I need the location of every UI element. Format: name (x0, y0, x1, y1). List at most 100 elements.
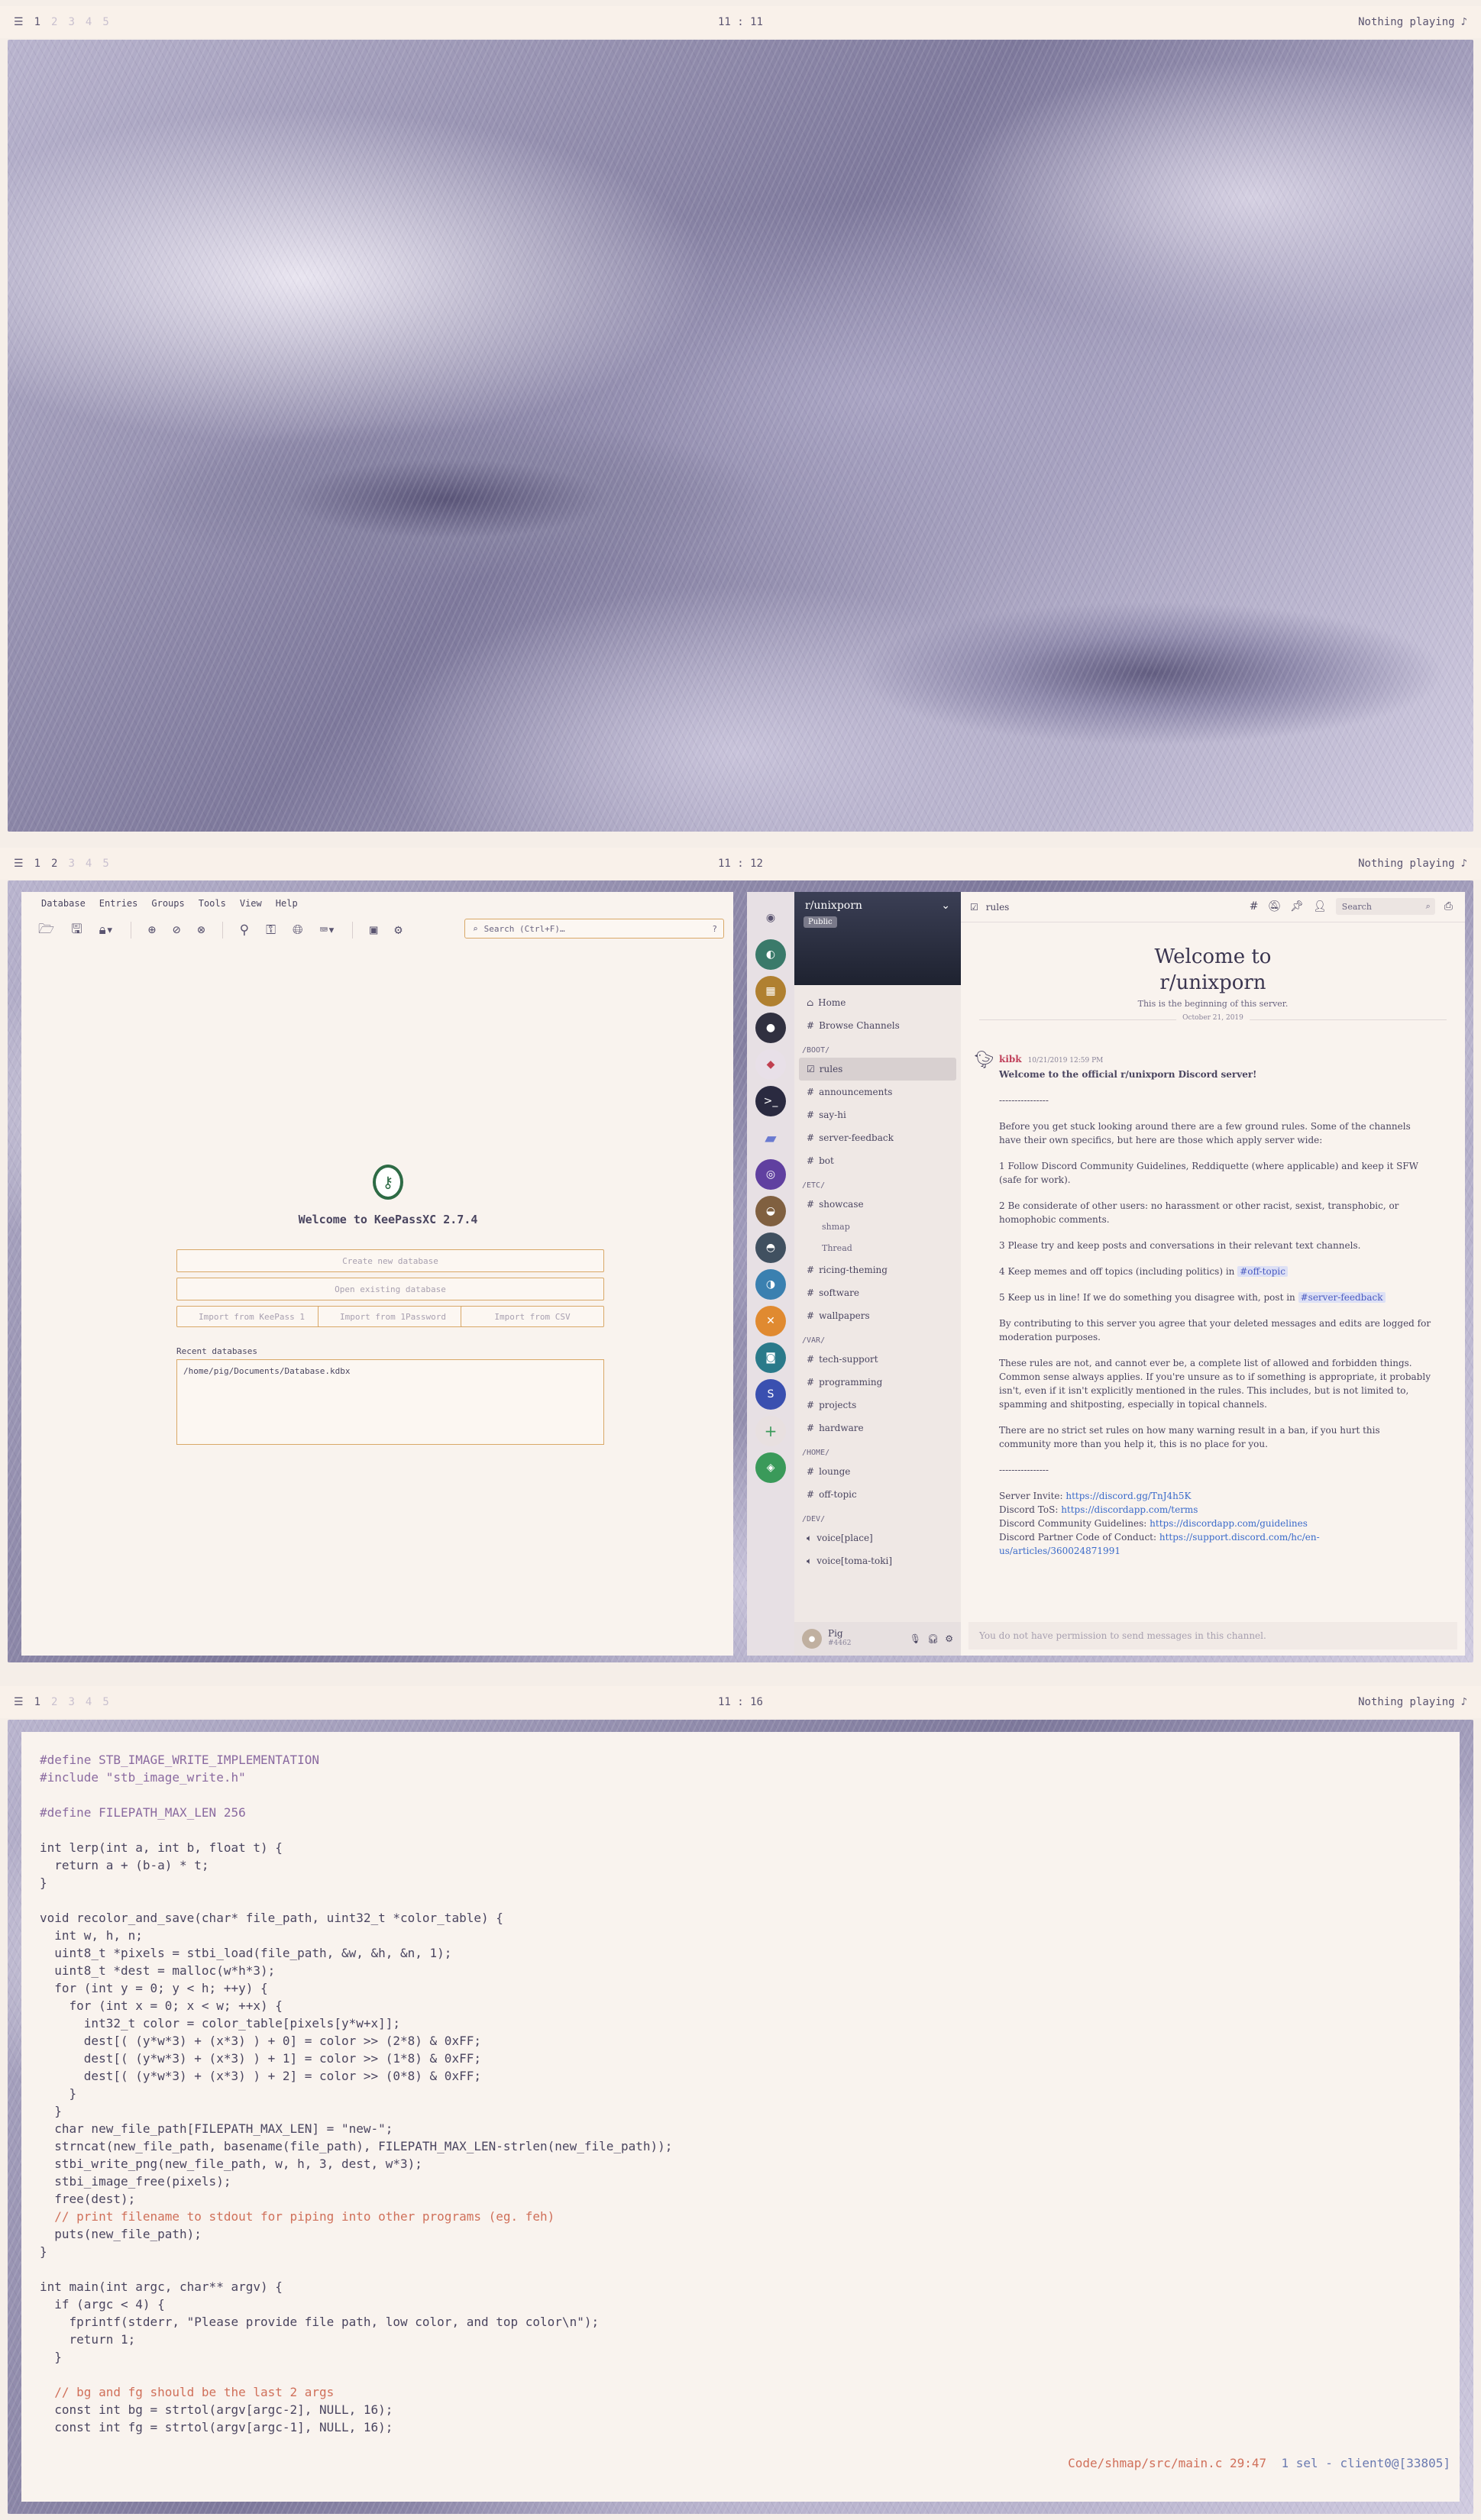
chevron-down-icon[interactable]: ⌄ (941, 900, 950, 912)
menu-entries[interactable]: Entries (99, 898, 138, 909)
copy-password-icon[interactable]: ⚿ (266, 922, 276, 938)
import-1password-button[interactable]: Import from 1Password (318, 1306, 468, 1327)
invite-link[interactable]: https://discord.gg/TnJ4h5K (1065, 1491, 1191, 1501)
server-icon[interactable]: ◙ (755, 1342, 786, 1373)
code-line[interactable]: return a + (b-a) * t; (40, 1856, 672, 1874)
code-buffer[interactable]: #define STB_IMAGE_WRITE_IMPLEMENTATION #i… (40, 1751, 672, 2436)
edit-entry-icon[interactable]: ⊘ (173, 922, 180, 938)
import-keepass1-button[interactable]: Import from KeePass 1 (176, 1306, 327, 1327)
headphones-icon[interactable]: 🎧︎ (927, 1633, 939, 1644)
folder-icon[interactable]: ▰ (755, 1123, 786, 1153)
code-line[interactable]: #include "stb_image_write.h" (40, 1769, 672, 1786)
server-icon[interactable]: ◆ (755, 1049, 786, 1080)
threads-icon[interactable]: # (1250, 900, 1259, 913)
browse-channels-item[interactable]: # Browse Channels (799, 1014, 956, 1037)
avatar[interactable]: 🐤︎ (973, 1052, 994, 1069)
code-line[interactable] (40, 2260, 672, 2278)
discord-home-icon[interactable]: ◉ (755, 903, 786, 933)
server-icon[interactable]: ◎ (755, 1159, 786, 1190)
copy-url-icon[interactable]: 🌐︎ (293, 922, 303, 938)
code-line[interactable]: uint8_t *dest = malloc(w*h*3); (40, 1962, 672, 1979)
code-line[interactable]: strncat(new_file_path, basename(file_pat… (40, 2137, 672, 2155)
category-var[interactable]: /VAR/ (799, 1327, 956, 1348)
channel-programming[interactable]: # programming (799, 1371, 956, 1394)
voice-channel-toma-toki[interactable]: 🔈︎ voice[toma-toki] (799, 1549, 956, 1572)
channel-lounge[interactable]: # lounge (799, 1460, 956, 1483)
server-icon[interactable]: ✕ (755, 1306, 786, 1336)
code-line[interactable]: for (int y = 0; y < h; ++y) { (40, 1979, 672, 1997)
gear-icon[interactable]: ⚙ (945, 1633, 953, 1644)
voice-channel-place[interactable]: 🔈︎ voice[place] (799, 1527, 956, 1549)
code-line[interactable]: #define STB_IMAGE_WRITE_IMPLEMENTATION (40, 1751, 672, 1769)
channel-software[interactable]: # software (799, 1281, 956, 1304)
server-icon[interactable]: ▦ (755, 976, 786, 1006)
code-line[interactable]: fprintf(stderr, "Please provide file pat… (40, 2313, 672, 2331)
message-input[interactable]: You do not have permission to send messa… (968, 1622, 1457, 1649)
code-line[interactable]: const int fg = strtol(argv[argc-1], NULL… (40, 2418, 672, 2436)
tos-link[interactable]: https://discordapp.com/terms (1061, 1504, 1198, 1515)
code-line[interactable]: char new_file_path[FILEPATH_MAX_LEN] = "… (40, 2120, 672, 2137)
help-icon[interactable]: ? (712, 924, 717, 934)
pin-icon[interactable]: 📌︎ (1290, 900, 1304, 913)
delete-entry-icon[interactable]: ⊗ (197, 922, 205, 938)
code-line[interactable]: return 1; (40, 2331, 672, 2348)
code-line[interactable]: stbi_image_free(pixels); (40, 2173, 672, 2190)
server-icon[interactable]: ● (755, 1013, 786, 1043)
category-home[interactable]: /HOME/ (799, 1439, 956, 1460)
code-line[interactable]: } (40, 2085, 672, 2102)
code-line[interactable]: dest[( (y*w*3) + (x*3) ) + 1] = color >>… (40, 2050, 672, 2067)
channel-showcase[interactable]: # showcase (799, 1193, 956, 1216)
save-icon[interactable]: 🖫 (71, 919, 82, 942)
code-line[interactable]: puts(new_file_path); (40, 2225, 672, 2243)
channel-wallpapers[interactable]: # wallpapers (799, 1304, 956, 1327)
code-line[interactable]: // print filename to stdout for piping i… (40, 2208, 672, 2225)
code-line[interactable]: dest[( (y*w*3) + (x*3) ) + 0] = color >>… (40, 2032, 672, 2050)
code-line[interactable]: int main(int argc, char** argv) { (40, 2278, 672, 2295)
menu-view[interactable]: View (240, 898, 262, 909)
category-etc[interactable]: /ETC/ (799, 1172, 956, 1193)
now-playing[interactable]: Nothing playing ♪ (1358, 16, 1467, 28)
code-line[interactable]: dest[( (y*w*3) + (x*3) ) + 2] = color >>… (40, 2067, 672, 2085)
category-boot[interactable]: /BOOT/ (799, 1037, 956, 1058)
code-line[interactable]: } (40, 1874, 672, 1892)
code-line[interactable]: if (argc < 4) { (40, 2295, 672, 2313)
code-line[interactable]: const int bg = strtol(argv[argc-2], NULL… (40, 2401, 672, 2418)
channel-off-topic[interactable]: # off-topic (799, 1483, 956, 1506)
channel-tech-support[interactable]: # tech-support (799, 1348, 956, 1371)
open-database-button[interactable]: Open existing database (176, 1278, 604, 1300)
channel-rules[interactable]: ☑ rules (799, 1058, 956, 1081)
server-icon[interactable]: ◑ (755, 1269, 786, 1300)
thread-item[interactable]: Thread (799, 1237, 956, 1258)
code-line[interactable]: } (40, 2102, 672, 2120)
home-item[interactable]: ⌂ Home (799, 991, 956, 1014)
member-list-icon[interactable]: 👤︎ (1313, 900, 1327, 913)
code-line[interactable]: uint8_t *pixels = stbi_load(file_path, &… (40, 1944, 672, 1962)
code-line[interactable]: int lerp(int a, int b, float t) { (40, 1839, 672, 1856)
screenshot-icon[interactable]: ▣ (370, 922, 377, 938)
code-line[interactable]: for (int x = 0; x < w; ++x) { (40, 1997, 672, 2014)
import-csv-button[interactable]: Import from CSV (461, 1306, 604, 1327)
server-icon[interactable]: ◒ (755, 1196, 786, 1226)
add-entry-icon[interactable]: ⊕ (148, 922, 156, 938)
code-line[interactable] (40, 2366, 672, 2383)
inbox-icon[interactable]: ⎙ (1444, 900, 1453, 913)
channel-say-hi[interactable]: # say-hi (799, 1103, 956, 1126)
copy-username-icon[interactable]: ⚲ (240, 922, 249, 938)
channel-ricing-theming[interactable]: # ricing-theming (799, 1258, 956, 1281)
code-line[interactable]: // bg and fg should be the last 2 args (40, 2383, 672, 2401)
guidelines-link[interactable]: https://discordapp.com/guidelines (1150, 1518, 1308, 1529)
channel-mention[interactable]: #server-feedback (1298, 1292, 1386, 1303)
message-author[interactable]: kibk (999, 1054, 1022, 1065)
code-line[interactable]: int32_t color = color_table[pixels[y*w+x… (40, 2014, 672, 2032)
now-playing[interactable]: Nothing playing ♪ (1358, 858, 1467, 870)
menu-groups[interactable]: Groups (151, 898, 184, 909)
server-icon[interactable]: ◐ (755, 939, 786, 970)
code-line[interactable]: } (40, 2243, 672, 2260)
add-server-icon[interactable]: + (755, 1416, 786, 1446)
now-playing[interactable]: Nothing playing ♪ (1358, 1696, 1467, 1708)
category-dev[interactable]: /DEV/ (799, 1506, 956, 1527)
explore-icon[interactable]: ◈ (755, 1452, 786, 1483)
channel-mention[interactable]: #off-topic (1237, 1266, 1288, 1277)
channel-bot[interactable]: # bot (799, 1149, 956, 1172)
notification-bell-icon[interactable]: 🔕︎ (1267, 900, 1281, 913)
